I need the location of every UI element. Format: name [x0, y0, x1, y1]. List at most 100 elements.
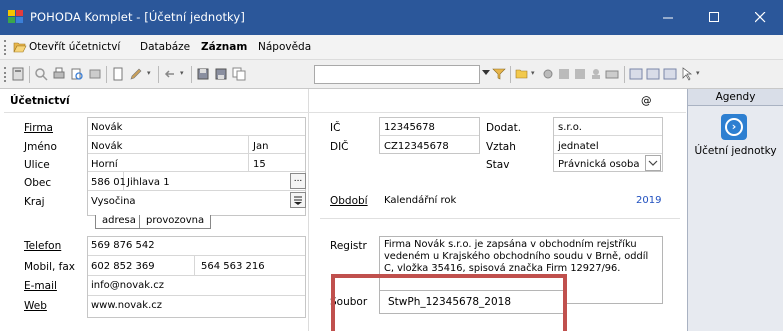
- dropdown-arrow-icon[interactable]: ▾: [180, 69, 184, 77]
- print-preview-icon[interactable]: [70, 67, 84, 81]
- agendy-header[interactable]: Agendy: [688, 89, 783, 106]
- chevron-down-icon: [648, 160, 658, 166]
- label-kraj: Kraj: [24, 196, 45, 208]
- column-divider: [308, 89, 309, 331]
- ucetni-jednotky-icon[interactable]: ›: [721, 114, 747, 140]
- fax-input[interactable]: 564 563 216: [201, 261, 265, 272]
- calculator-icon[interactable]: [11, 67, 25, 81]
- email-input[interactable]: info@novak.cz: [91, 280, 164, 291]
- tab-adresa[interactable]: adresa: [95, 215, 143, 229]
- dic-input[interactable]: CZ12345678: [384, 141, 449, 152]
- kraj-dropdown-icon: [294, 196, 302, 205]
- maximize-button[interactable]: [691, 0, 737, 35]
- save-close-icon[interactable]: [214, 67, 228, 81]
- open-folder-icon[interactable]: [515, 67, 529, 81]
- obec-ellipsis-button[interactable]: ...: [290, 173, 306, 189]
- label-email[interactable]: E-mail: [24, 280, 57, 292]
- kraj-input[interactable]: Vysočina: [91, 196, 136, 207]
- ulice-input[interactable]: Horní: [91, 159, 118, 170]
- label-dodat: Dodat.: [486, 122, 522, 134]
- back-arrow-icon[interactable]: [163, 67, 177, 81]
- email-at-icon[interactable]: @: [641, 95, 652, 107]
- dodat-input[interactable]: s.r.o.: [558, 122, 582, 133]
- minimize-button[interactable]: [645, 0, 691, 35]
- menu-grip[interactable]: [4, 40, 7, 55]
- label-ulice: Ulice: [24, 159, 50, 171]
- label-vztah: Vztah: [486, 141, 516, 153]
- psc-input[interactable]: 586 01: [91, 177, 126, 188]
- row-divider: [380, 135, 479, 136]
- stav-select[interactable]: Právnická osoba: [558, 159, 639, 170]
- search-doc-icon[interactable]: [34, 67, 48, 81]
- label-stav: Stav: [486, 159, 510, 171]
- new-record-icon[interactable]: [111, 67, 125, 81]
- toolbar-separator: [191, 66, 192, 83]
- mobil-input[interactable]: 602 852 369: [91, 261, 155, 272]
- section-title: Účetnictví: [10, 95, 70, 107]
- menu-otevrit-ucetnictvi[interactable]: Otevřít účetnictví: [29, 41, 120, 53]
- tab-provozovna[interactable]: provozovna: [139, 215, 212, 229]
- minimize-icon: [662, 17, 673, 19]
- web-input[interactable]: www.novak.cz: [91, 300, 162, 311]
- label-firma[interactable]: Firma: [24, 122, 53, 134]
- section-divider: [4, 112, 686, 113]
- close-icon: [754, 12, 765, 23]
- dropdown-arrow-icon[interactable]: ▾: [696, 69, 700, 77]
- menu-bar: Otevřít účetnictví Databáze Záznam Nápov…: [0, 35, 783, 60]
- telefon-input[interactable]: 569 876 542: [91, 240, 155, 251]
- menu-databaze[interactable]: Databáze: [140, 41, 190, 53]
- kraj-dropdown-button[interactable]: [290, 192, 306, 208]
- toolbar-separator: [510, 66, 511, 83]
- vztah-input[interactable]: jednatel: [558, 141, 599, 152]
- edit-record-icon[interactable]: [129, 67, 143, 81]
- label-web[interactable]: Web: [24, 300, 47, 312]
- toolbar-separator: [29, 66, 30, 83]
- filter-icon[interactable]: [492, 67, 506, 81]
- table-view-icon[interactable]: [646, 67, 660, 81]
- export-icon[interactable]: [88, 67, 102, 81]
- firma-input[interactable]: Novák: [91, 122, 122, 133]
- stav-dropdown-button[interactable]: [645, 155, 661, 171]
- row-divider: [88, 255, 305, 256]
- dropdown-arrow-icon[interactable]: ▾: [531, 69, 535, 77]
- combo-dropdown-icon[interactable]: [482, 70, 490, 75]
- agendy-panel: Agendy › Účetní jednotky: [687, 89, 783, 331]
- arrow-circle-icon: ›: [725, 118, 743, 136]
- database-icon[interactable]: [557, 67, 571, 81]
- form-view-icon[interactable]: [663, 67, 677, 81]
- pohoda-app-icon: [8, 10, 23, 23]
- keyboard-icon[interactable]: [605, 67, 619, 81]
- label-telefon[interactable]: Telefon: [24, 240, 61, 252]
- close-button[interactable]: [737, 0, 783, 35]
- list-view-icon[interactable]: [629, 67, 643, 81]
- registr-text: Firma Novák s.r.o. je zapsána v obchodní…: [384, 239, 649, 274]
- menu-napoveda[interactable]: Nápověda: [258, 41, 311, 53]
- row-divider: [88, 295, 305, 296]
- label-obdobi[interactable]: Období: [330, 195, 368, 207]
- obec-input[interactable]: Jihlava 1: [127, 177, 170, 188]
- jmeno-input[interactable]: Novák: [91, 141, 122, 152]
- rok-value[interactable]: 2019: [636, 195, 661, 206]
- title-bar[interactable]: POHODA Komplet - [Účetní jednotky]: [0, 0, 783, 35]
- ic-input[interactable]: 12345678: [384, 122, 435, 133]
- toolbar-grip[interactable]: [4, 67, 7, 82]
- toolbar-filter-combo[interactable]: [314, 65, 480, 84]
- copy-icon[interactable]: [232, 67, 246, 81]
- label-dic: DIČ: [330, 141, 349, 153]
- tools-icon[interactable]: [541, 67, 555, 81]
- users-icon[interactable]: [589, 67, 603, 81]
- menu-zaznam[interactable]: Záznam: [201, 41, 247, 53]
- maximize-icon: [708, 12, 719, 22]
- print-icon[interactable]: [52, 67, 66, 81]
- jmeno2-input[interactable]: Jan: [253, 141, 268, 152]
- help-pointer-icon[interactable]: [680, 67, 694, 81]
- grid-icon[interactable]: [573, 67, 587, 81]
- agendy-item-ucetni-jednotky[interactable]: Účetní jednotky: [688, 145, 783, 157]
- label-mobil-fax: Mobil, fax: [24, 261, 76, 273]
- highlight-frame: [331, 274, 567, 331]
- row-divider: [88, 190, 305, 191]
- cislo-input[interactable]: 15: [253, 159, 266, 170]
- row-divider: [554, 153, 662, 154]
- dropdown-arrow-icon[interactable]: ▾: [147, 69, 151, 77]
- save-icon[interactable]: [196, 67, 210, 81]
